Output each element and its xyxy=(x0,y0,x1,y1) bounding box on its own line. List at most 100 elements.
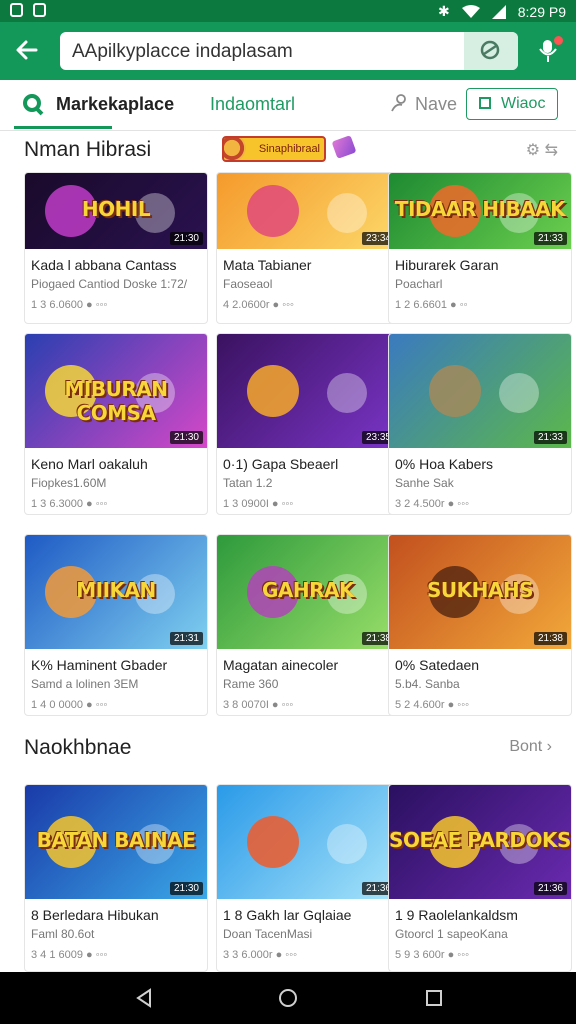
game-subtitle: Piogaed Cantiod Doske 1:72/ xyxy=(31,277,188,291)
tab-label: Indaomtarl xyxy=(210,94,296,114)
game-thumbnail[interactable]: 23:34 xyxy=(217,173,399,249)
game-subtitle: Tatan 1.2 xyxy=(223,476,273,490)
gem-icon xyxy=(331,135,357,159)
game-stats: 3 2 4.500r ● ◦◦◦ xyxy=(395,498,469,510)
game-card[interactable]: MIIKAN 21:31 K% Haminent Gbader Samd a loli… xyxy=(24,534,208,716)
game-name: 1 9 Raolelankaldsm xyxy=(395,907,518,923)
game-card[interactable]: SOEAE PARDOKS 21:36 1 9 Raolelankaldsm Gtoo… xyxy=(388,784,572,972)
game-subtitle: 5.b4. Sanba xyxy=(395,677,460,691)
game-thumbnail[interactable]: GAHRAK 21:38 xyxy=(217,535,399,649)
game-title-art: SOEAE PARDOKS xyxy=(389,828,571,852)
game-name: Magatan ainecoler xyxy=(223,657,339,673)
game-name: 1 8 Gakh lar Gqlaiae xyxy=(223,907,352,923)
tab-indaomtarl[interactable]: Indaomtarl xyxy=(210,80,295,128)
back-arrow-icon[interactable] xyxy=(14,37,42,65)
game-subtitle: Fiopkes1.60M xyxy=(31,476,107,490)
settings-icon: ⚙ ⇆ xyxy=(525,142,558,159)
promo-banner[interactable]: Sinaphibraal xyxy=(222,136,326,162)
notification-dot xyxy=(554,36,563,45)
game-subtitle: Faoseaol xyxy=(223,277,273,291)
tab-label: Nave xyxy=(415,94,458,114)
game-stats: 1 4 0 0000 ● ◦◦◦ xyxy=(31,699,108,711)
thumbnail-art xyxy=(327,373,367,413)
game-thumbnail[interactable]: 21:36 xyxy=(217,785,399,899)
search-box xyxy=(60,32,518,70)
promo-badge-icon xyxy=(224,138,246,160)
bluetooth-icon: ✱ xyxy=(438,3,450,19)
thumbnail-art xyxy=(327,824,367,864)
section-more-link[interactable]: Bont › xyxy=(509,738,552,756)
game-thumbnail[interactable]: 23:35 xyxy=(217,334,399,448)
game-card[interactable]: MIBURAN COMSA 21:30 Keno Marl oakaluh Fiopk… xyxy=(24,333,208,515)
game-subtitle: Doan TacenMasi xyxy=(223,927,313,941)
nav-recents-button[interactable] xyxy=(422,986,446,1010)
game-stats: 5 2 4.600r ● ◦◦◦ xyxy=(395,699,469,711)
game-subtitle: Sanhe Sak xyxy=(395,476,454,490)
game-thumbnail[interactable]: 21:33 xyxy=(389,334,571,448)
game-name: Mata Tabianer xyxy=(223,257,312,273)
game-name: Keno Marl oakaluh xyxy=(31,456,148,472)
grid-icon xyxy=(478,97,491,109)
marketplace-icon xyxy=(23,94,44,116)
game-name: 0·1) Gapa Sbeaerl xyxy=(223,456,339,472)
signal-icon xyxy=(491,4,506,19)
game-card[interactable]: 23:34 Mata Tabianer Faoseaol 4 2.0600r ● ◦◦… xyxy=(216,172,400,324)
game-name: K% Haminent Gbader xyxy=(31,657,168,673)
game-subtitle: Poacharl xyxy=(395,277,443,291)
game-thumbnail[interactable]: HOHIL 21:30 xyxy=(25,173,207,249)
game-card[interactable]: GAHRAK 21:38 Magatan ainecoler Rame 360 3 8 … xyxy=(216,534,400,716)
game-title-art: TIDAAR HIBAAK xyxy=(394,197,566,221)
duration-badge: 21:30 xyxy=(169,232,203,245)
game-thumbnail[interactable]: MIBURAN COMSA 21:30 xyxy=(25,334,207,448)
triangle-back-icon xyxy=(136,988,151,1008)
game-subtitle: Rame 360 xyxy=(223,677,279,691)
game-name: 0% Satedaen xyxy=(395,657,480,673)
tab-marketplace[interactable]: Markekaplace xyxy=(14,80,174,129)
game-title-art: BATAN BAINAE xyxy=(36,828,196,852)
game-card[interactable]: TIDAAR HIBAAK 21:33 Hiburarek Garan Poachar… xyxy=(388,172,572,324)
game-card[interactable]: HOHIL 21:30 Kada l abbana Cantass Piogaed C… xyxy=(24,172,208,324)
notification-icon xyxy=(10,3,23,17)
search-input[interactable] xyxy=(70,38,464,66)
person-icon xyxy=(391,94,406,112)
game-name: 8 Berledara Hibukan xyxy=(31,907,159,923)
nav-home-button[interactable] xyxy=(276,986,300,1010)
tab-label: Markekaplace xyxy=(56,94,175,114)
game-thumbnail[interactable]: TIDAAR HIBAAK 21:33 xyxy=(389,173,571,249)
thumbnail-art xyxy=(429,365,481,417)
game-thumbnail[interactable]: BATAN BAINAE 21:30 xyxy=(25,785,207,899)
tab-bar: Markekaplace Indaomtarl Nave Wiaoc xyxy=(0,80,576,131)
game-thumbnail[interactable]: MIIKAN 21:31 xyxy=(25,535,207,649)
game-thumbnail[interactable]: SUKHAHS 21:38 xyxy=(389,535,571,649)
thumbnail-art xyxy=(247,365,299,417)
section-title: Nman Hibrasi xyxy=(24,138,152,161)
game-card[interactable]: 23:35 0·1) Gapa Sbeaerl Tatan 1.2 1 3 0900I… xyxy=(216,333,400,515)
game-card[interactable]: BATAN BAINAE 21:30 8 Berledara Hibukan Faml… xyxy=(24,784,208,972)
tab-nave[interactable]: Nave xyxy=(390,80,457,128)
game-stats: 3 3 6.000r ● ◦◦◦ xyxy=(223,949,297,961)
duration-badge: 21:33 xyxy=(533,431,567,444)
game-stats: 4 2.0600r ● ◦◦◦ xyxy=(223,299,294,311)
game-thumbnail[interactable]: SOEAE PARDOKS 21:36 xyxy=(389,785,571,899)
section-title: Naokhbnae xyxy=(24,736,132,759)
app-bar xyxy=(0,22,576,80)
game-title-art: MIBURAN COMSA xyxy=(64,377,168,425)
tab-wiaoc-button[interactable]: Wiaoc xyxy=(466,88,558,120)
thumbnail-art xyxy=(247,185,299,237)
duration-badge: 21:30 xyxy=(169,882,203,895)
game-stats: 1 3 6.3000 ● ◦◦◦ xyxy=(31,498,108,510)
game-card[interactable]: 21:33 0% Hoa Kabers Sanhe Sak 3 2 4.500r ● … xyxy=(388,333,572,515)
duration-badge: 21:36 xyxy=(533,882,567,895)
system-nav-bar xyxy=(0,972,576,1024)
nav-back-button[interactable] xyxy=(132,986,156,1010)
game-card[interactable]: 21:36 1 8 Gakh lar Gqlaiae Doan TacenMasi 3… xyxy=(216,784,400,972)
game-name: Hiburarek Garan xyxy=(395,257,499,273)
mic-button[interactable] xyxy=(536,36,564,66)
game-stats: 1 3 0900I ● ◦◦◦ xyxy=(223,498,294,510)
search-button[interactable] xyxy=(464,32,518,70)
section-settings-button[interactable]: ⚙ ⇆ xyxy=(526,140,558,160)
duration-badge: 21:30 xyxy=(169,431,203,444)
duration-badge: 21:33 xyxy=(533,232,567,245)
square-recents-icon xyxy=(426,990,442,1006)
game-card[interactable]: SUKHAHS 21:38 0% Satedaen 5.b4. Sanba 5 2 4.… xyxy=(388,534,572,716)
